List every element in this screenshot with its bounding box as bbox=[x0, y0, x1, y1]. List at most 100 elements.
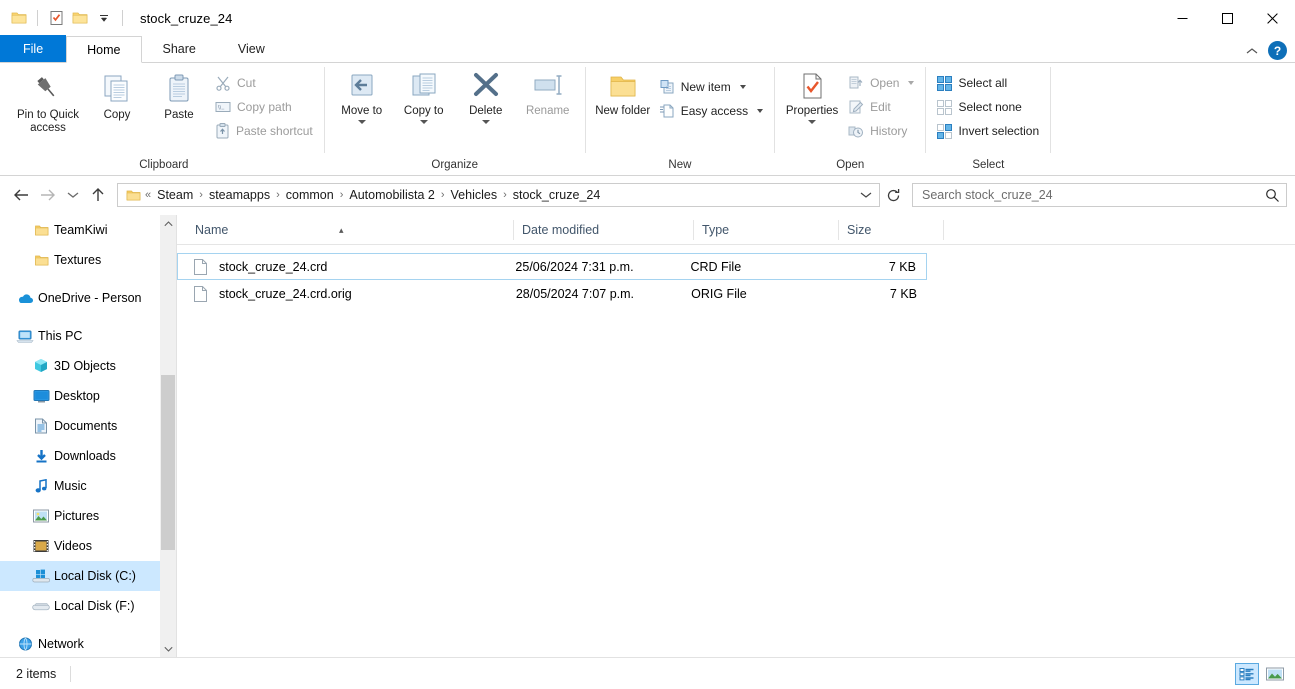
window-controls bbox=[1160, 0, 1295, 36]
maximize-button[interactable] bbox=[1205, 0, 1250, 36]
nav-item-pictures[interactable]: Pictures bbox=[0, 501, 160, 531]
copy-button[interactable]: Copy bbox=[86, 68, 148, 122]
select-none-icon bbox=[937, 99, 953, 115]
table-row[interactable]: stock_cruze_24.crd 25/06/2024 7:31 p.m. … bbox=[177, 253, 927, 280]
nav-item-downloads[interactable]: Downloads bbox=[0, 441, 160, 471]
move-to-chevron-down-icon[interactable] bbox=[357, 120, 366, 124]
cell-date-modified: 25/06/2024 7:31 p.m. bbox=[515, 259, 634, 274]
paste-shortcut-button[interactable]: Paste shortcut bbox=[210, 120, 318, 142]
breadcrumb-item-common[interactable]: common bbox=[282, 185, 338, 205]
search-input[interactable] bbox=[922, 188, 1265, 202]
customize-qat-dropdown[interactable] bbox=[93, 7, 115, 29]
select-all-button[interactable]: Select all bbox=[932, 72, 1044, 94]
properties-button[interactable]: Properties bbox=[781, 68, 843, 124]
select-none-button[interactable]: Select none bbox=[932, 96, 1044, 118]
table-row[interactable]: stock_cruze_24.crd.orig 28/05/2024 7:07 … bbox=[177, 280, 927, 307]
nav-item-network[interactable]: Network bbox=[0, 629, 160, 657]
nav-item-desktop[interactable]: Desktop bbox=[0, 381, 160, 411]
nav-item-this-pc[interactable]: This PC bbox=[0, 321, 160, 351]
breadcrumb-sep-5[interactable]: › bbox=[501, 189, 509, 201]
refresh-button[interactable] bbox=[881, 183, 905, 207]
invert-selection-button[interactable]: Invert selection bbox=[932, 120, 1044, 142]
details-view-button[interactable] bbox=[1235, 662, 1259, 685]
move-to-label: Move to bbox=[341, 105, 383, 117]
paste-label: Paste bbox=[164, 109, 194, 121]
properties-checklist-icon[interactable] bbox=[45, 7, 67, 29]
copy-to-chevron-down-icon[interactable] bbox=[419, 120, 428, 124]
easy-access-button[interactable]: Easy access bbox=[654, 100, 768, 122]
breadcrumb-overflow[interactable]: « bbox=[143, 189, 153, 201]
new-item-chevron-down-icon[interactable] bbox=[739, 85, 746, 89]
new-folder-button[interactable]: New folder bbox=[592, 68, 654, 118]
recent-locations-button[interactable] bbox=[62, 182, 84, 208]
main-area: TeamKiwi Textures OneDrive - Person This… bbox=[0, 214, 1295, 657]
column-divider-size[interactable] bbox=[943, 219, 944, 240]
breadcrumb-chevron-down-icon[interactable] bbox=[855, 190, 877, 200]
breadcrumb-item-stock-cruze-24[interactable]: stock_cruze_24 bbox=[509, 185, 605, 205]
copy-path-button[interactable]: \\.. Copy path bbox=[210, 96, 318, 118]
breadcrumb-item-steamapps[interactable]: steamapps bbox=[205, 185, 274, 205]
nav-item-documents[interactable]: Documents bbox=[0, 411, 160, 441]
move-to-button[interactable]: Move to bbox=[331, 68, 393, 124]
column-header-date-modified[interactable]: Date modified bbox=[514, 215, 694, 245]
collapse-ribbon-chevron-up-icon[interactable] bbox=[1242, 47, 1262, 55]
nav-item-local-disk-f[interactable]: Local Disk (F:) bbox=[0, 591, 160, 621]
edit-button[interactable]: Edit bbox=[843, 96, 919, 118]
nav-item-3d-objects[interactable]: 3D Objects bbox=[0, 351, 160, 381]
scroll-up-button[interactable] bbox=[160, 215, 176, 232]
breadcrumb-item-vehicles[interactable]: Vehicles bbox=[447, 185, 502, 205]
nav-item-local-disk-c[interactable]: Local Disk (C:) bbox=[0, 561, 160, 591]
breadcrumb-item-steam[interactable]: Steam bbox=[153, 185, 197, 205]
scroll-down-button[interactable] bbox=[160, 640, 176, 657]
minimize-button[interactable] bbox=[1160, 0, 1205, 36]
pin-to-quick-access-button[interactable]: Pin to Quick access bbox=[10, 68, 86, 135]
nav-item-onedrive[interactable]: OneDrive - Person bbox=[0, 283, 160, 313]
folder-icon[interactable] bbox=[8, 7, 30, 29]
delete-chevron-down-icon[interactable] bbox=[481, 120, 490, 124]
new-item-button[interactable]: New item bbox=[654, 76, 768, 98]
ribbon-group-new: New folder New item Easy access New bbox=[586, 63, 774, 175]
tab-file[interactable]: File bbox=[0, 35, 67, 62]
breadcrumb[interactable]: « Steam › steamapps › common › Automobil… bbox=[117, 183, 880, 207]
properties-chevron-down-icon[interactable] bbox=[808, 120, 817, 124]
ribbon-group-select: Select all Select none Invert selection bbox=[926, 63, 1050, 175]
breadcrumb-sep-2[interactable]: › bbox=[274, 189, 282, 201]
new-folder-icon[interactable] bbox=[69, 7, 91, 29]
navigation-scrollbar[interactable] bbox=[160, 215, 176, 657]
help-button[interactable]: ? bbox=[1268, 41, 1287, 60]
new-small-commands: New item Easy access bbox=[654, 68, 768, 122]
forward-button[interactable] bbox=[35, 182, 61, 208]
paste-button[interactable]: Paste bbox=[148, 68, 210, 122]
open-button[interactable]: Open bbox=[843, 72, 919, 94]
column-header-type[interactable]: Type bbox=[694, 215, 839, 245]
close-button[interactable] bbox=[1250, 0, 1295, 36]
column-header-name[interactable]: ▴ Name bbox=[187, 215, 514, 245]
navigation-scrollbar-thumb[interactable] bbox=[161, 375, 175, 550]
breadcrumb-sep-3[interactable]: › bbox=[338, 189, 346, 201]
paste-shortcut-icon bbox=[215, 123, 230, 139]
delete-button[interactable]: Delete bbox=[455, 68, 517, 124]
column-header-size[interactable]: Size bbox=[839, 215, 944, 245]
tab-view[interactable]: View bbox=[216, 35, 286, 62]
tab-share[interactable]: Share bbox=[141, 35, 217, 62]
nav-item-music[interactable]: Music bbox=[0, 471, 160, 501]
breadcrumb-sep-1[interactable]: › bbox=[197, 189, 205, 201]
history-button[interactable]: History bbox=[843, 120, 919, 142]
nav-item-label: Textures bbox=[54, 253, 102, 267]
breadcrumb-sep-4[interactable]: › bbox=[439, 189, 447, 201]
open-chevron-down-icon[interactable] bbox=[908, 81, 915, 85]
nav-item-videos[interactable]: Videos bbox=[0, 531, 160, 561]
easy-access-chevron-down-icon[interactable] bbox=[757, 109, 764, 113]
tab-home[interactable]: Home bbox=[66, 36, 142, 63]
cut-button[interactable]: Cut bbox=[210, 72, 318, 94]
large-icons-view-button[interactable] bbox=[1263, 663, 1287, 685]
copy-to-button[interactable]: Copy to bbox=[393, 68, 455, 124]
rename-button[interactable]: Rename bbox=[517, 68, 579, 118]
nav-item-textures[interactable]: Textures bbox=[0, 245, 160, 275]
search-box[interactable] bbox=[912, 183, 1287, 207]
search-icon[interactable] bbox=[1265, 188, 1280, 203]
up-button[interactable] bbox=[85, 182, 111, 208]
breadcrumb-item-automobilista-2[interactable]: Automobilista 2 bbox=[345, 185, 438, 205]
back-button[interactable] bbox=[8, 182, 34, 208]
nav-item-teamkiwi[interactable]: TeamKiwi bbox=[0, 215, 160, 245]
